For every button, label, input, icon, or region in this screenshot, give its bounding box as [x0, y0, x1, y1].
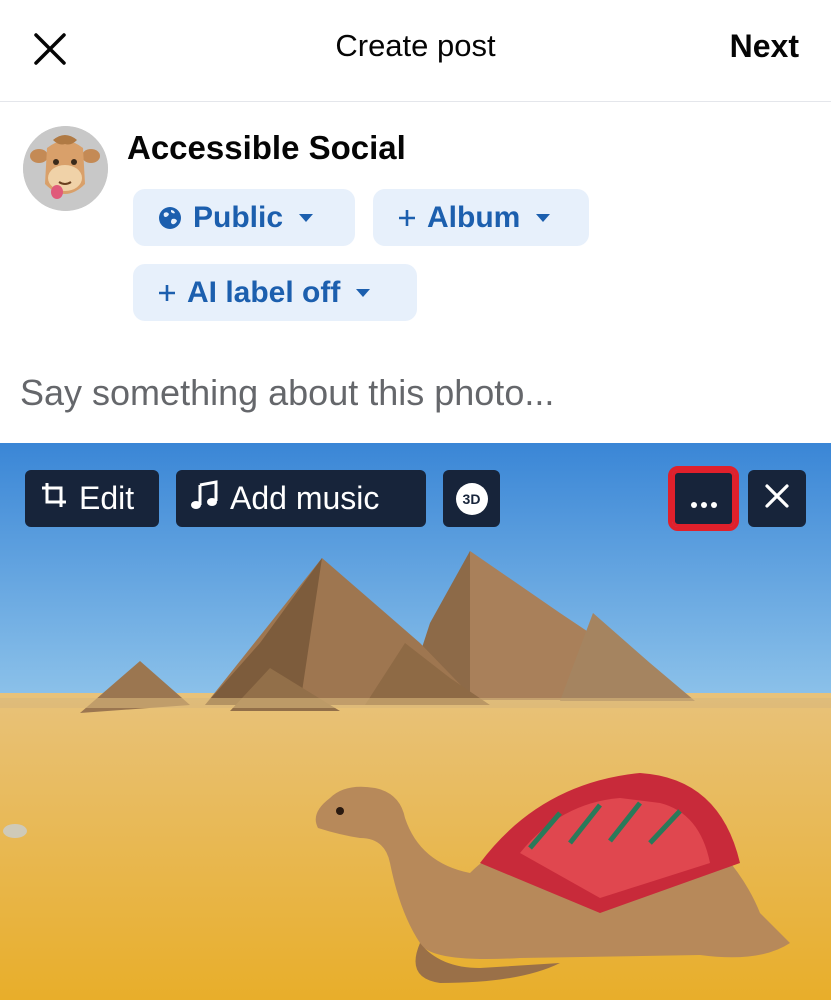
crop-icon — [39, 480, 69, 518]
close-icon — [34, 33, 66, 65]
more-options-button[interactable] — [668, 466, 739, 531]
privacy-selector[interactable]: Public — [133, 189, 355, 246]
edit-photo-button[interactable]: Edit — [25, 470, 159, 527]
next-button[interactable]: Next — [730, 28, 799, 65]
post-text-input[interactable] — [20, 372, 810, 414]
avatar[interactable] — [23, 126, 108, 211]
album-label: Album — [427, 200, 521, 234]
remove-photo-button[interactable] — [748, 470, 806, 527]
edit-label: Edit — [79, 480, 135, 516]
page-title: Create post — [335, 28, 496, 63]
camel-avatar-icon — [23, 126, 108, 211]
3d-label: 3D — [462, 490, 481, 507]
close-button[interactable] — [28, 27, 72, 71]
add-music-button[interactable]: Add music — [176, 470, 426, 527]
ai-label-selector[interactable]: AI label off — [133, 264, 417, 321]
album-selector[interactable]: Album — [373, 189, 589, 246]
plus-icon — [157, 283, 177, 303]
caret-down-icon — [354, 287, 372, 299]
privacy-label: Public — [193, 200, 284, 234]
close-icon — [764, 480, 790, 517]
plus-icon — [397, 208, 417, 228]
music-note-icon — [190, 479, 220, 519]
3d-icon: 3D — [455, 482, 488, 515]
globe-icon — [157, 205, 183, 231]
add-music-label: Add music — [230, 480, 380, 516]
caret-down-icon — [297, 212, 315, 224]
caret-down-icon — [534, 212, 552, 224]
3d-photo-button[interactable]: 3D — [443, 470, 500, 527]
ai-label-text: AI label off — [187, 275, 341, 309]
top-bar: Create post Next — [0, 0, 831, 102]
more-icon — [689, 480, 719, 517]
author-name: Accessible Social — [127, 129, 406, 166]
